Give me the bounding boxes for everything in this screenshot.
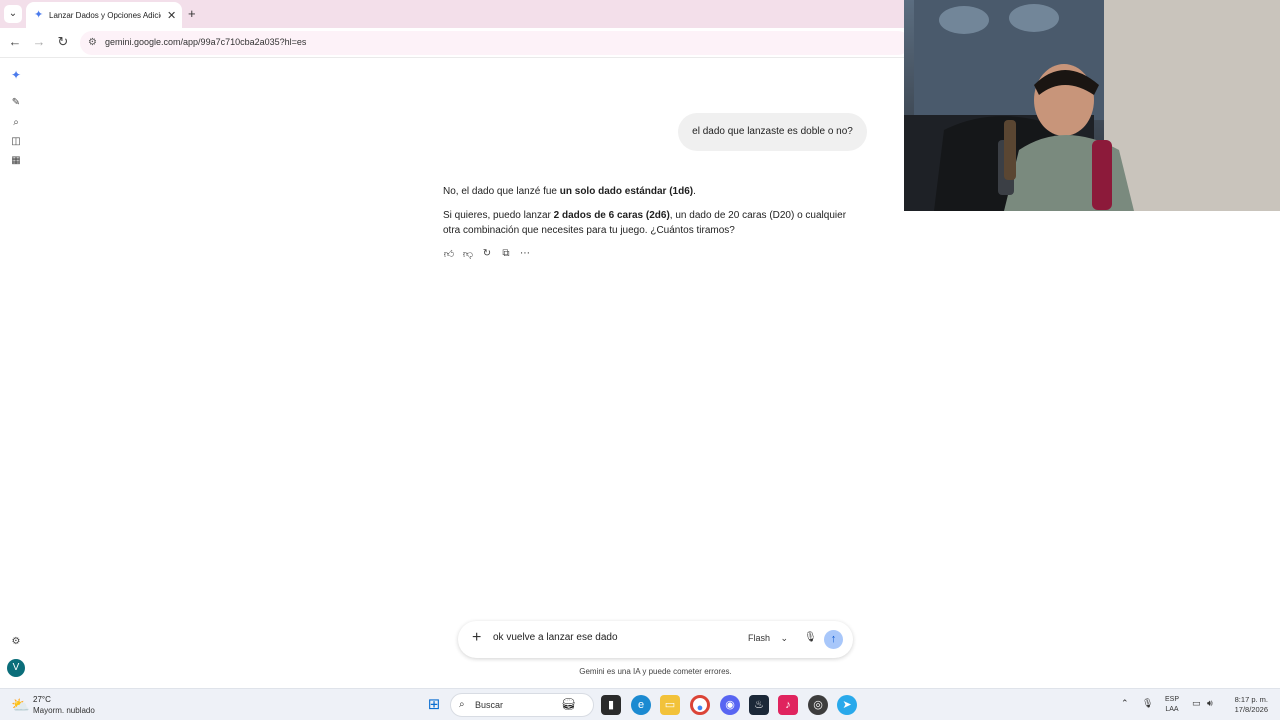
clock-date: 17/8/2026 — [1234, 705, 1268, 714]
settings-icon[interactable]: ⚙ — [9, 635, 23, 649]
new-tab-button[interactable]: + — [188, 6, 196, 21]
address-bar[interactable]: ⚙ gemini.google.com/app/99a7c710cba2a035… — [80, 31, 910, 55]
task-view-icon[interactable]: ▮ — [601, 695, 621, 715]
model-selector[interactable]: Flash ⌄ — [748, 633, 788, 644]
steam-icon[interactable]: ♨ — [749, 695, 769, 715]
show-hidden-icons-chevron-icon[interactable]: ⌃ — [1121, 698, 1129, 709]
back-arrow-icon[interactable]: ← — [6, 34, 24, 49]
language-code: ESP — [1164, 696, 1179, 703]
prompt-input[interactable] — [493, 632, 733, 643]
weather-temperature[interactable]: 27°C — [33, 695, 51, 704]
capcut-icon[interactable]: ♪ — [778, 695, 798, 715]
volume-icon[interactable]: 🔊︎ — [1207, 698, 1213, 709]
response-text: Si quieres, puedo lanzar — [443, 210, 554, 221]
taskbar: ⛅ 27°C Mayorm. nublado ⊞ ⌕ Buscar 🍔︎ ▮ e… — [0, 688, 1280, 720]
reload-icon[interactable]: ↻ — [54, 34, 72, 50]
thumb-down-icon[interactable]: 👎︎ — [462, 248, 474, 260]
file-explorer-icon[interactable]: ▭ — [660, 695, 680, 715]
microphone-tray-icon[interactable]: 🎙︎ — [1142, 698, 1153, 709]
gemini-sidebar: ✦ ✎ ⌕ ◫ ▦ ⚙ V — [0, 58, 32, 688]
chrome-icon[interactable]: ● — [690, 695, 710, 715]
chevron-down-icon: ⌄ — [780, 633, 789, 643]
webcam-overlay — [904, 0, 1280, 211]
response-paragraph-1: No, el dado que lanzé fue un solo dado e… — [443, 184, 863, 199]
send-button[interactable]: ↑ — [824, 630, 843, 649]
tab-title: Lanzar Dados y Opciones Adicio — [49, 10, 161, 20]
response-paragraph-2: Si quieres, puedo lanzar 2 dados de 6 ca… — [443, 208, 863, 238]
edge-icon[interactable]: e — [631, 695, 651, 715]
microphone-icon[interactable]: 🎙︎ — [804, 632, 817, 643]
response-text: . — [693, 186, 696, 197]
prompt-composer: + Flash ⌄ 🎙︎ ↑ — [458, 621, 853, 658]
webcam-image — [904, 0, 1280, 211]
site-info-icon[interactable]: ⚙ — [88, 37, 97, 48]
apps-icon[interactable]: ▦ — [9, 154, 23, 168]
regenerate-icon[interactable]: ↻ — [481, 248, 493, 259]
add-attachment-button[interactable]: + — [472, 629, 481, 647]
more-icon[interactable]: ⋯ — [519, 248, 531, 259]
taskbar-search-label: Buscar — [475, 700, 504, 710]
keyboard-layout: LAA — [1165, 706, 1179, 713]
new-chat-icon[interactable]: ✎ — [9, 96, 23, 110]
language-indicator[interactable]: ESP LAA — [1163, 695, 1181, 715]
response-bold-text: 2 dados de 6 caras (2d6) — [553, 210, 670, 221]
chevron-down-icon: ⌄ — [8, 8, 18, 19]
network-icon[interactable]: ▭ — [1192, 698, 1201, 709]
windows-start-icon[interactable]: ⊞ — [424, 695, 444, 715]
tab-active[interactable]: ✦ Lanzar Dados y Opciones Adicio ✕ — [26, 2, 182, 28]
url-text[interactable]: gemini.google.com/app/99a7c710cba2a035?h… — [105, 37, 306, 47]
weather-description[interactable]: Mayorm. nublado — [33, 706, 95, 715]
search-icon: ⌕ — [459, 699, 465, 710]
discord-icon[interactable]: ◉ — [720, 695, 740, 715]
gems-icon[interactable]: ◫ — [9, 135, 23, 149]
search-icon[interactable]: ⌕ — [9, 116, 23, 130]
taskbar-search[interactable]: ⌕ Buscar 🍔︎ — [450, 693, 594, 717]
search-highlight-icon: 🍔︎ — [561, 697, 577, 711]
system-clock[interactable]: 8:17 p. m. 17/8/2026 — [1224, 695, 1268, 715]
tab-close-icon[interactable]: ✕ — [167, 9, 176, 22]
copy-icon[interactable]: ⧉ — [500, 248, 512, 259]
avatar[interactable]: V — [7, 659, 25, 677]
gemini-favicon-icon: ✦ — [34, 9, 44, 21]
tab-list-button[interactable]: ⌄ — [4, 5, 22, 23]
model-label: Flash — [748, 633, 771, 643]
disclaimer-text: Gemini es una IA y puede cometer errores… — [579, 667, 732, 676]
weather-cloud-icon[interactable]: ⛅ — [11, 696, 30, 714]
telegram-icon[interactable]: ➤ — [837, 695, 857, 715]
obs-icon[interactable]: ◎ — [808, 695, 828, 715]
user-message-bubble: el dado que lanzaste es doble o no? — [678, 113, 867, 151]
forward-arrow-icon[interactable]: → — [30, 34, 48, 49]
response-bold-text: un solo dado estándar (1d6) — [559, 186, 694, 197]
thumb-up-icon[interactable]: 👍︎ — [443, 248, 455, 260]
response-text: No, el dado que lanzé fue — [443, 186, 560, 197]
gemini-logo-icon[interactable]: ✦ — [9, 68, 23, 82]
clock-time: 8:17 p. m. — [1234, 695, 1268, 704]
